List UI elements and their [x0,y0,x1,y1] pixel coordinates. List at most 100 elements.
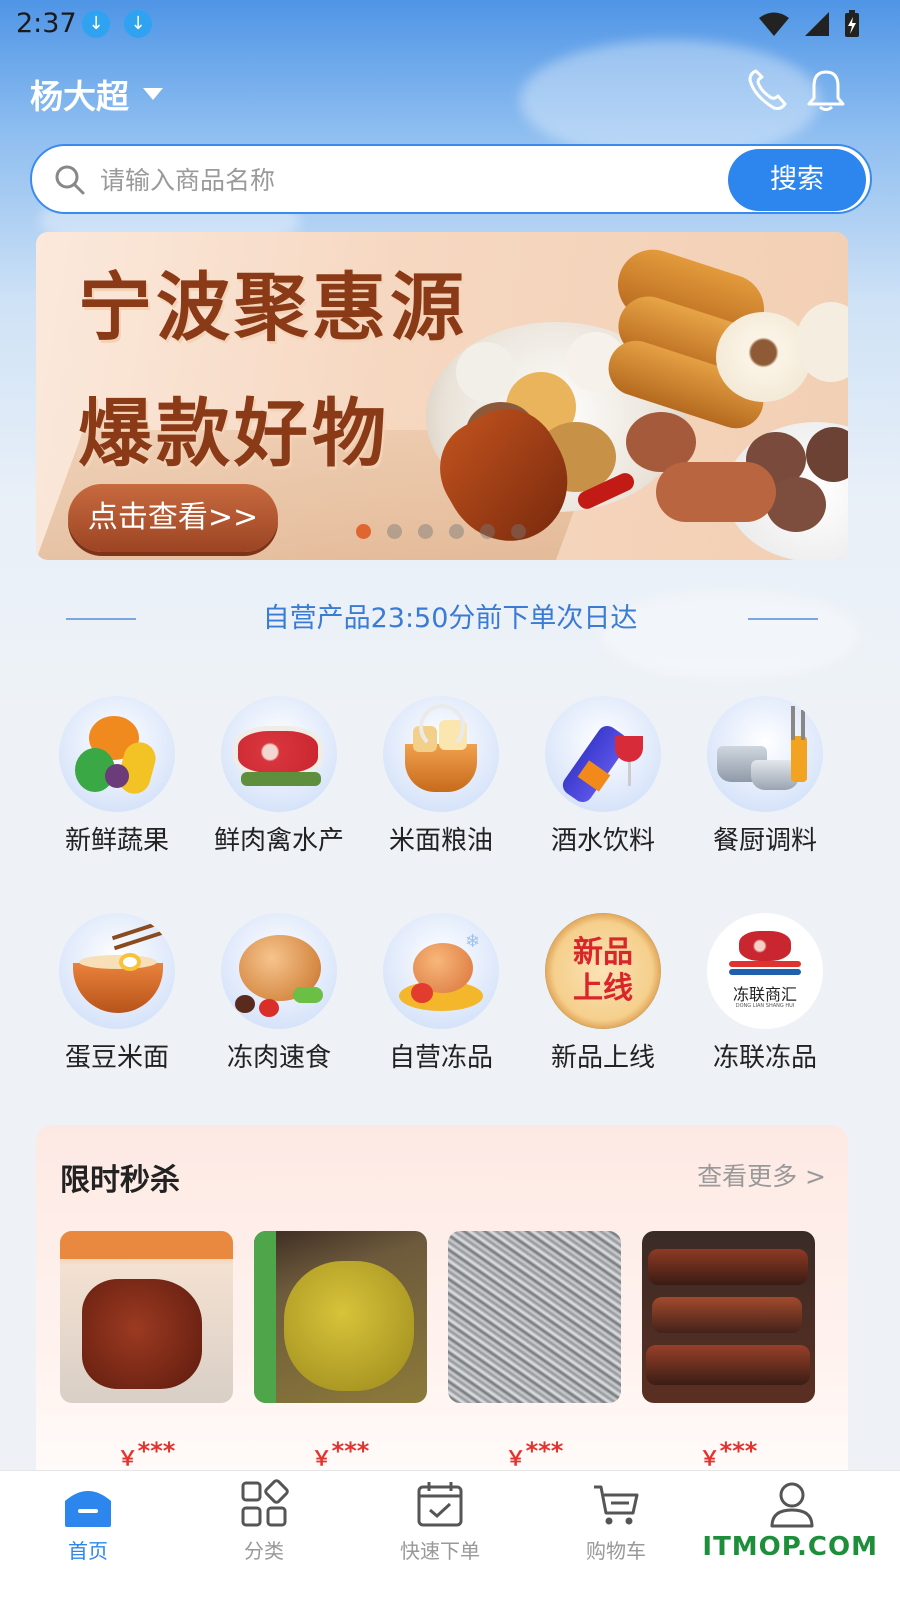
category-label: 酒水饮料 [550,826,655,856]
banner-title-line2: 爆款好物 [78,390,390,477]
nav-category[interactable]: 分类 [204,1479,324,1564]
dried-fish-image [448,1231,621,1403]
category-kitchen-condiments[interactable]: 餐厨调料 [684,696,846,857]
user-name: 杨大超 [30,77,129,116]
wifi-icon [759,12,789,36]
category-label: 冻肉速食 [226,1043,331,1073]
carousel-dot[interactable] [511,524,526,539]
product-price: ￥*** [254,1437,427,1471]
nav-profile[interactable] [732,1479,852,1535]
search-input[interactable] [100,160,700,200]
wine-icon [545,696,661,812]
category-label: 蛋豆米面 [64,1043,169,1073]
donglian-logo-subtext: DONG LIAN SHANG HUI [735,1003,795,1009]
category-label: 自营冻品 [388,1043,493,1073]
category-label: 鲜肉禽水产 [213,826,344,856]
promo-banner[interactable]: 宁波聚惠源 爆款好物 点击查看>> [36,232,848,560]
currency-symbol: ￥ [699,1446,720,1470]
carousel-dot[interactable] [356,524,371,539]
noodle-bowl-icon [59,913,175,1029]
braised-pork-image [60,1231,233,1403]
nav-label: 购物车 [586,1539,646,1563]
category-grid-icon [241,1479,289,1527]
nav-label: 快速下单 [400,1539,480,1563]
category-label: 餐厨调料 [712,826,817,856]
flash-product-card[interactable]: ￥*** [448,1231,621,1471]
category-frozen-meat[interactable]: 冻肉速食 [198,913,360,1074]
chevron-down-icon [143,88,163,100]
cured-meat-image [642,1231,815,1403]
nav-label: 首页 [68,1539,108,1563]
roast-chicken-icon [221,913,337,1029]
carousel-dot[interactable] [387,524,402,539]
quick-order-icon [417,1482,463,1527]
category-label: 新鲜蔬果 [64,826,169,856]
flash-product-card[interactable]: ￥*** [254,1231,427,1471]
carousel-dot[interactable] [480,524,495,539]
cookware-icon [707,696,823,812]
system-icons [758,10,860,38]
phone-icon[interactable] [746,68,788,112]
carousel-dot[interactable] [418,524,433,539]
new-product-badge-icon: 新品上线 [545,913,661,1029]
banner-view-button[interactable]: 点击查看>> [68,484,278,552]
donglian-logo-text: 冻联商汇 [732,985,797,1004]
category-label: 米面粮油 [388,826,493,856]
view-more-link[interactable]: 查看更多 > [697,1157,826,1193]
flash-sale-section: 限时秒杀 查看更多 > ￥*** ￥*** ￥*** ￥*** [36,1125,848,1525]
category-label: 新品上线 [550,1043,655,1073]
status-bar: 2:37 ↓ ↓ [0,0,900,48]
battery-icon [845,10,859,37]
banner-title-line1: 宁波聚惠源 [78,265,468,351]
new-product-badge-text: 新品上线 [573,935,633,1006]
category-donglian[interactable]: 冻联商汇 DONG LIAN SHANG HUI 冻联冻品 [684,913,846,1074]
nav-label: 分类 [244,1539,284,1563]
flash-product-card[interactable]: ￥*** [642,1231,815,1471]
vegetables-icon [59,696,175,812]
delivery-notice: 自营产品23:50分前下单次日达 [262,603,638,634]
download-icon: ↓ [82,10,110,38]
category-self-frozen[interactable]: ❄ 自营冻品 [360,913,522,1074]
search-bar: 搜索 [30,144,872,214]
price-hidden: *** [331,1437,370,1465]
status-time: 2:37 [16,8,77,39]
currency-symbol: ￥ [505,1446,526,1470]
category-eggs-noodles[interactable]: 蛋豆米面 [36,913,198,1074]
cart-icon [594,1485,639,1525]
store-selector[interactable]: 杨大超 [30,70,163,118]
price-hidden: *** [137,1437,176,1465]
flash-product-card[interactable]: ￥*** [60,1231,233,1471]
salted-chicken-image [254,1231,427,1403]
donglian-logo-icon: 冻联商汇 DONG LIAN SHANG HUI [707,913,823,1029]
cellular-signal-icon [805,12,829,36]
currency-symbol: ￥ [117,1446,138,1470]
nav-cart[interactable]: 购物车 [556,1479,676,1564]
price-hidden: *** [525,1437,564,1465]
carousel-dots [356,524,526,539]
search-icon [55,165,85,195]
category-new-arrivals[interactable]: 新品上线 新品上线 [522,913,684,1074]
flash-sale-title: 限时秒杀 [60,1163,180,1198]
site-watermark: ITMOP.COM [702,1532,878,1562]
category-label: 冻联冻品 [712,1043,817,1073]
download-icon: ↓ [124,10,152,38]
notice-divider-right [748,618,818,620]
category-fresh-meat[interactable]: 鲜肉禽水产 [198,696,360,857]
banner-title: 宁波聚惠源 爆款好物 [78,246,468,498]
product-price: ￥*** [642,1437,815,1471]
product-price: ￥*** [448,1437,621,1471]
currency-symbol: ￥ [311,1446,332,1470]
bell-icon[interactable] [806,68,846,112]
carousel-dot[interactable] [449,524,464,539]
nav-home[interactable]: 首页 [28,1479,148,1564]
meat-icon [221,696,337,812]
nav-quick-order[interactable]: 快速下单 [380,1479,500,1564]
category-drinks[interactable]: 酒水饮料 [522,696,684,857]
price-hidden: *** [719,1437,758,1465]
category-fresh-produce[interactable]: 新鲜蔬果 [36,696,198,857]
grain-basket-icon [383,696,499,812]
search-button[interactable]: 搜索 [728,149,866,211]
category-grain-oil[interactable]: 米面粮油 [360,696,522,857]
frozen-chicken-icon: ❄ [383,913,499,1029]
home-icon [65,1491,111,1527]
